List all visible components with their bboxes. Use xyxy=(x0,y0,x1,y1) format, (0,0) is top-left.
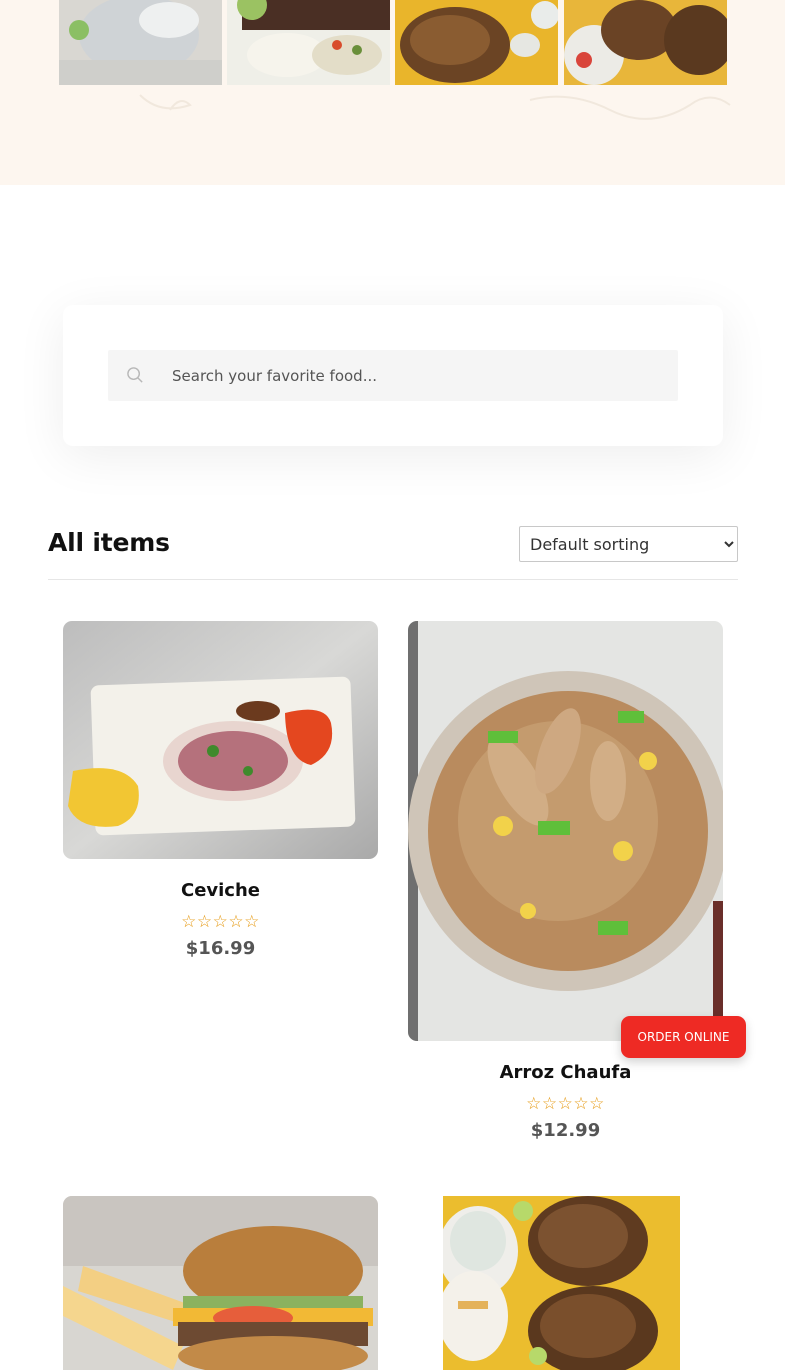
sort-select[interactable]: Default sorting xyxy=(519,526,738,562)
star-rating: ☆☆☆☆☆ xyxy=(181,912,260,932)
product-image[interactable] xyxy=(408,621,723,1041)
gallery-image-chicken-2[interactable] xyxy=(564,0,727,85)
gallery-banner xyxy=(0,0,785,185)
product-price: $16.99 xyxy=(185,938,256,959)
product-image[interactable] xyxy=(63,621,378,859)
product-price: $12.99 xyxy=(530,1120,601,1141)
search-icon xyxy=(127,367,143,383)
order-online-button[interactable]: ORDER ONLINE xyxy=(621,1016,746,1058)
product-name[interactable]: Ceviche xyxy=(63,880,378,901)
search-card xyxy=(63,305,723,446)
search-input[interactable] xyxy=(172,350,662,401)
search-box xyxy=(108,350,678,401)
product-image[interactable] xyxy=(63,1196,378,1370)
star-rating: ☆☆☆☆☆ xyxy=(526,1094,605,1114)
product-image[interactable] xyxy=(443,1196,680,1370)
section-title: All items xyxy=(48,528,170,557)
product-name[interactable]: Arroz Chaufa xyxy=(408,1062,723,1083)
gallery-image-chicken[interactable] xyxy=(395,0,558,85)
gallery-image-taco[interactable] xyxy=(59,0,222,85)
gallery-image-steak[interactable] xyxy=(227,0,390,85)
divider xyxy=(48,579,738,580)
